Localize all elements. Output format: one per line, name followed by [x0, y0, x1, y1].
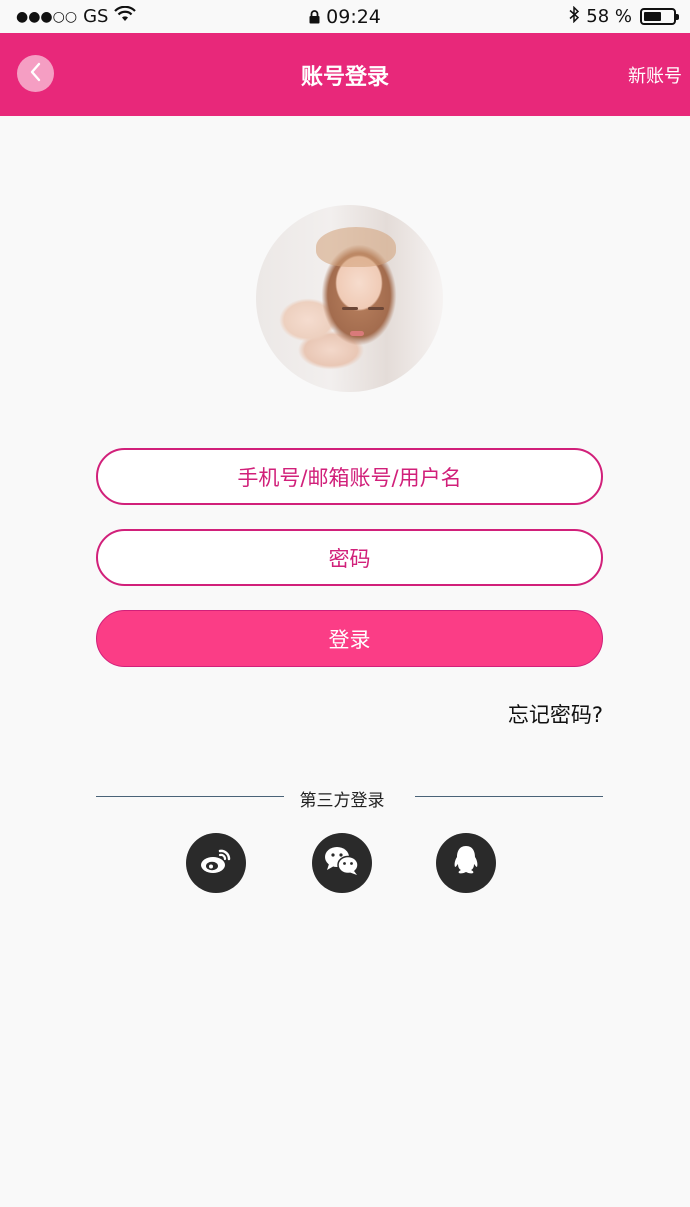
avatar-eye-right	[368, 307, 384, 310]
avatar-lips	[350, 331, 364, 336]
bluetooth-icon	[569, 5, 580, 28]
nav-header: 账号登录 新账号	[0, 33, 690, 116]
avatar-eye-left	[342, 307, 358, 310]
password-placeholder: 密码	[328, 546, 371, 571]
weibo-login-button[interactable]	[186, 833, 246, 893]
new-account-link[interactable]: 新账号	[628, 62, 682, 88]
qq-login-button[interactable]	[436, 833, 496, 893]
carrier-name: GS	[83, 6, 109, 27]
wechat-login-button[interactable]	[312, 833, 372, 893]
username-placeholder: 手机号/邮箱账号/用户名	[237, 465, 462, 490]
status-left: ●●●○○ GS	[16, 5, 137, 27]
battery-percent: 58 %	[586, 6, 632, 27]
password-input[interactable]: 密码	[96, 529, 603, 586]
forgot-password-link[interactable]: 忘记密码?	[508, 699, 603, 729]
weibo-icon	[198, 846, 234, 880]
lock-icon	[309, 6, 326, 28]
battery-icon	[640, 8, 679, 25]
login-button[interactable]: 登录	[96, 610, 603, 667]
wifi-icon	[114, 5, 137, 27]
clock: 09:24	[326, 5, 381, 28]
status-bar: ●●●○○ GS 09:24 58 %	[0, 0, 690, 33]
wechat-icon	[323, 845, 361, 881]
login-button-label: 登录	[328, 627, 371, 652]
chevron-left-icon	[28, 61, 44, 87]
back-button[interactable]	[17, 55, 54, 92]
divider-left	[96, 796, 284, 797]
signal-strength: ●●●○○	[16, 8, 78, 25]
third-party-label: 第三方登录	[299, 791, 385, 811]
page-title: 账号登录	[300, 64, 389, 90]
avatar	[256, 205, 443, 392]
divider-right	[415, 796, 603, 797]
avatar-hair	[316, 227, 396, 267]
status-right: 58 %	[569, 5, 679, 28]
qq-icon	[451, 844, 481, 882]
username-input[interactable]: 手机号/邮箱账号/用户名	[96, 448, 603, 505]
